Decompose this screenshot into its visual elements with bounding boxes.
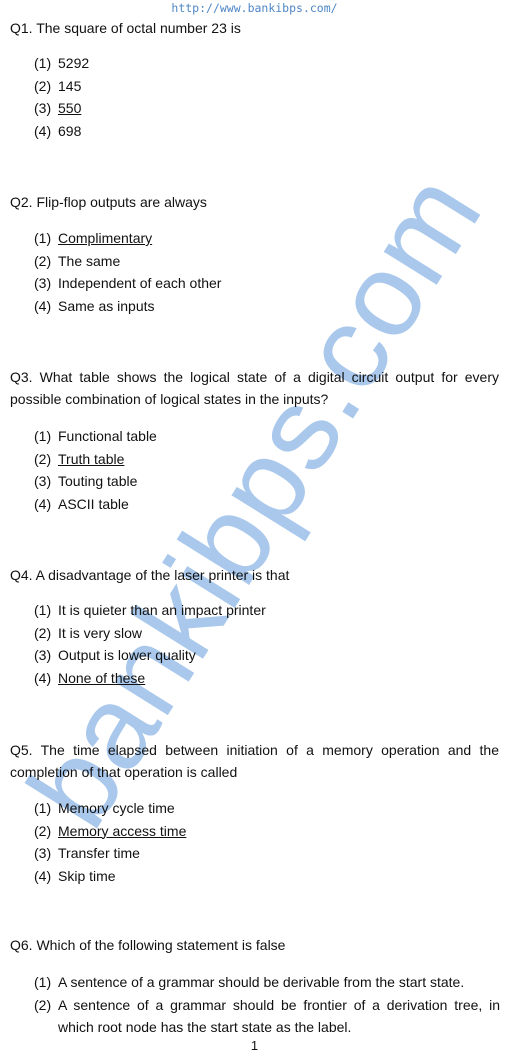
option: (4) None of these xyxy=(34,667,500,690)
question-2: Q2. Flip-flop outputs are always xyxy=(10,194,207,210)
option: (2) The same xyxy=(34,250,500,273)
option: (4) Skip time xyxy=(34,865,500,888)
option: (3) 550 xyxy=(34,97,500,120)
option: (2) Memory access time xyxy=(34,820,500,843)
option: (2) Truth table xyxy=(34,448,500,471)
question-6: Q6. Which of the following statement is … xyxy=(10,937,286,953)
option-text: Output is lower quality xyxy=(58,647,196,663)
option-text: Same as inputs xyxy=(58,297,155,314)
option-text: Touting table xyxy=(58,473,138,489)
option-text: Independent of each other xyxy=(58,275,222,291)
option-text: 698 xyxy=(58,122,82,139)
option: (4) ASCII table xyxy=(34,493,500,516)
question-3: Q3. What table shows the logical state o… xyxy=(10,369,499,407)
question-1: Q1. The square of octal number 23 is xyxy=(10,20,241,36)
question-3-options: (1) Functional table (2) Truth table (3) To… xyxy=(34,425,500,515)
option: (4) Same as inputs xyxy=(34,295,500,318)
option: (2) 145 xyxy=(34,75,500,98)
question-4-options: (1) It is quieter than an impact printer … xyxy=(34,599,500,689)
page-number: 1 xyxy=(250,1038,259,1053)
option: (1) Memory cycle time xyxy=(34,797,500,820)
option: (1) Functional table xyxy=(34,425,500,448)
option-text: Functional table xyxy=(58,428,157,444)
option-text: It is very slow xyxy=(58,624,143,641)
option: (3) Transfer time xyxy=(34,842,500,865)
option: (4) 698 xyxy=(34,120,500,143)
question-6-options: (1) A sentence of a grammar should be der… xyxy=(34,971,500,1039)
question-5: Q5. The time elapsed between initiation … xyxy=(10,742,499,780)
option-text: A sentence of a grammar should be fronti… xyxy=(58,996,500,1036)
option: (2) It is very slow xyxy=(34,622,500,645)
answer-text: Memory access time xyxy=(58,822,187,839)
option: (1) A sentence of a grammar should be der… xyxy=(34,971,500,994)
option-text: It is quieter than an impact printer xyxy=(58,602,266,618)
option: (3) Touting table xyxy=(34,470,500,493)
option: (1) 5292 xyxy=(34,52,500,75)
option-text: Transfer time xyxy=(58,845,140,861)
question-1-options: (1) 5292 (2) 145 (3) 550 (4) 698 xyxy=(34,52,500,142)
option: (3) Independent of each other xyxy=(34,272,500,295)
option: (1) It is quieter than an impact printer xyxy=(34,599,500,622)
option-text: ASCII table xyxy=(58,495,129,512)
option-text: A sentence of a grammar should be deriva… xyxy=(58,974,465,990)
answer-text: Truth table xyxy=(58,450,125,467)
answer-text: 550 xyxy=(58,100,82,116)
header-url[interactable]: http://www.bankibps.com/ xyxy=(0,0,509,16)
answer-text: Complimentary xyxy=(58,230,153,246)
question-5-options: (1) Memory cycle time (2) Memory access ti… xyxy=(34,797,500,887)
option-text: 145 xyxy=(58,77,82,94)
option-text: Skip time xyxy=(58,867,116,884)
option: (1) Complimentary xyxy=(34,227,500,250)
question-2-options: (1) Complimentary (2) The same (3) Independ… xyxy=(34,227,500,317)
answer-text: None of these xyxy=(58,669,146,686)
option-text: Memory cycle time xyxy=(58,800,175,816)
option-text: 5292 xyxy=(58,55,90,71)
option: (2) A sentence of a grammar should be fro… xyxy=(34,994,500,1039)
option-text: The same xyxy=(58,252,121,269)
option: (3) Output is lower quality xyxy=(34,644,500,667)
question-4: Q4. A disadvantage of the laser printer … xyxy=(10,567,290,583)
